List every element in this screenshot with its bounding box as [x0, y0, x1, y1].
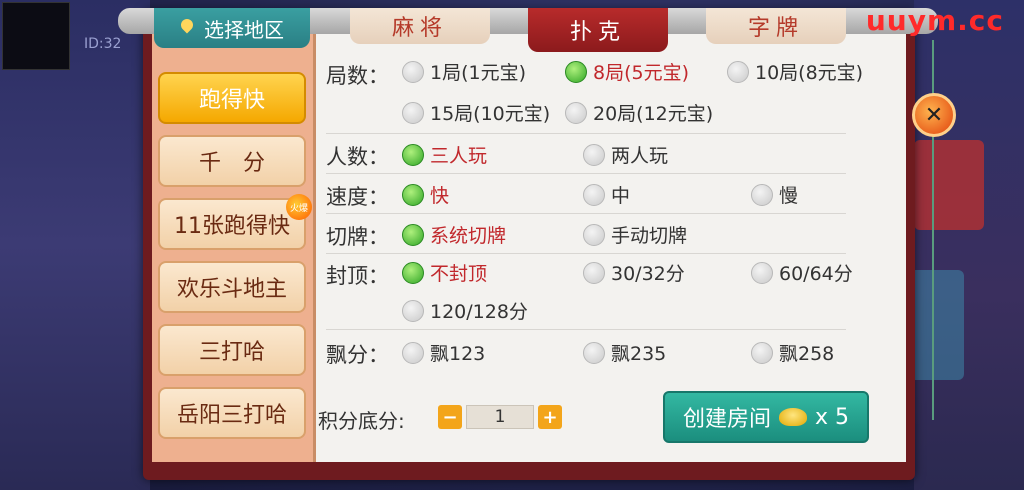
option-label: 20局(12元宝)	[593, 103, 714, 125]
rounds-option-20[interactable]: 20局(12元宝)	[565, 99, 713, 126]
rounds-option-8[interactable]: 8局(5元宝)	[565, 58, 689, 85]
radio-icon	[727, 60, 749, 83]
piao-option-123[interactable]: 飘123	[402, 339, 485, 366]
radio-icon	[402, 261, 424, 284]
option-label: 快	[430, 185, 450, 207]
radio-icon	[751, 261, 773, 284]
rounds-option-10[interactable]: 10局(8元宝)	[727, 58, 863, 85]
cap-option-30[interactable]: 30/32分	[583, 259, 685, 286]
rounds-option-15[interactable]: 15局(10元宝)	[402, 99, 550, 126]
radio-icon	[402, 101, 424, 124]
players-label: 人数：	[326, 145, 389, 169]
background-left	[0, 0, 150, 490]
radio-icon	[565, 101, 587, 124]
piao-label: 飘分：	[326, 343, 389, 367]
players-option-two[interactable]: 两人玩	[583, 141, 668, 168]
radio-icon	[751, 183, 773, 206]
select-region-label: 选择地区	[204, 17, 284, 42]
cut-option-system[interactable]: 系统切牌	[402, 221, 506, 248]
divider	[326, 329, 846, 330]
create-room-label: 创建房间	[682, 407, 771, 432]
location-pin-icon	[180, 19, 194, 37]
option-label: 三人玩	[430, 145, 488, 167]
option-label: 120/128分	[430, 301, 528, 323]
piao-option-258[interactable]: 飘258	[751, 339, 834, 366]
option-label: 两人玩	[611, 145, 669, 167]
decrement-button[interactable]: −	[438, 405, 462, 429]
hot-badge: 火爆	[286, 194, 312, 220]
player-avatar	[2, 2, 70, 70]
players-option-three[interactable]: 三人玩	[402, 141, 487, 168]
speed-label: 速度：	[326, 185, 389, 209]
rounds-option-1[interactable]: 1局(1元宝)	[402, 58, 526, 85]
sidebar-item-sandaha[interactable]: 三打哈	[158, 324, 306, 376]
option-label: 1局(1元宝)	[430, 62, 527, 84]
create-room-cost: x 5	[815, 404, 850, 430]
option-label: 60/64分	[779, 263, 853, 285]
radio-icon	[565, 60, 587, 83]
radio-icon	[402, 183, 424, 206]
radio-icon	[751, 341, 773, 364]
base-score-value[interactable]: 1	[466, 405, 534, 429]
background-panel	[914, 140, 984, 230]
divider	[326, 213, 846, 214]
option-label: 15局(10元宝)	[430, 103, 551, 125]
sidebar-item-11-paodekuai[interactable]: 11张跑得快 火爆	[158, 194, 312, 250]
option-label: 不封顶	[430, 263, 488, 285]
base-score-label: 积分底分:	[318, 409, 405, 433]
speed-option-medium[interactable]: 中	[583, 181, 630, 208]
option-label: 手动切牌	[611, 225, 688, 247]
cap-option-120[interactable]: 120/128分	[402, 297, 528, 324]
cut-option-manual[interactable]: 手动切牌	[583, 221, 687, 248]
sidebar-item-yueyang-sandaha[interactable]: 岳阳三打哈	[158, 387, 306, 439]
create-room-button[interactable]: 创建房间 x 5	[663, 391, 869, 443]
increment-button[interactable]: +	[538, 405, 562, 429]
radio-icon	[583, 143, 605, 166]
radio-icon	[402, 143, 424, 166]
cap-label: 封顶：	[326, 264, 389, 288]
radio-icon	[402, 60, 424, 83]
radio-icon	[583, 261, 605, 284]
tab-mahjong[interactable]: 麻将	[350, 8, 490, 44]
sidebar-item-paodekuai[interactable]: 跑得快	[158, 72, 306, 124]
select-region-tab[interactable]: 选择地区	[154, 8, 310, 48]
radio-icon	[583, 341, 605, 364]
background-right	[914, 0, 1024, 490]
option-label: 10局(8元宝)	[755, 62, 864, 84]
radio-icon	[402, 341, 424, 364]
option-label: 30/32分	[611, 263, 685, 285]
radio-icon	[402, 223, 424, 246]
cut-label: 切牌：	[326, 225, 389, 249]
option-label: 系统切牌	[430, 225, 507, 247]
option-label: 飘258	[779, 343, 835, 365]
cap-option-none[interactable]: 不封顶	[402, 259, 487, 286]
option-label: 飘123	[430, 343, 486, 365]
close-button[interactable]: ✕	[912, 93, 956, 137]
sidebar-item-doudizhu[interactable]: 欢乐斗地主	[158, 261, 306, 313]
tab-zipai[interactable]: 字牌	[706, 8, 846, 44]
option-label: 中	[611, 185, 631, 207]
gold-ingot-icon	[779, 408, 807, 426]
radio-icon	[583, 223, 605, 246]
radio-icon	[583, 183, 605, 206]
player-id: ID:32	[84, 36, 122, 52]
option-label: 8局(5元宝)	[593, 62, 690, 84]
piao-option-235[interactable]: 飘235	[583, 339, 666, 366]
cap-option-60[interactable]: 60/64分	[751, 259, 853, 286]
option-label: 慢	[779, 185, 799, 207]
rounds-label: 局数：	[326, 64, 389, 88]
base-score-stepper: − 1 +	[438, 405, 562, 429]
divider	[326, 253, 846, 254]
sidebar-item-qianfen[interactable]: 千 分	[158, 135, 306, 187]
divider	[326, 173, 846, 174]
divider	[326, 133, 846, 134]
speed-option-slow[interactable]: 慢	[751, 181, 798, 208]
radio-icon	[402, 299, 424, 322]
sidebar-item-label: 11张跑得快	[174, 214, 290, 239]
option-label: 飘235	[611, 343, 667, 365]
speed-option-fast[interactable]: 快	[402, 181, 449, 208]
watermark: uuym.cc	[865, 4, 1004, 37]
tab-poker[interactable]: 扑克	[528, 8, 668, 52]
